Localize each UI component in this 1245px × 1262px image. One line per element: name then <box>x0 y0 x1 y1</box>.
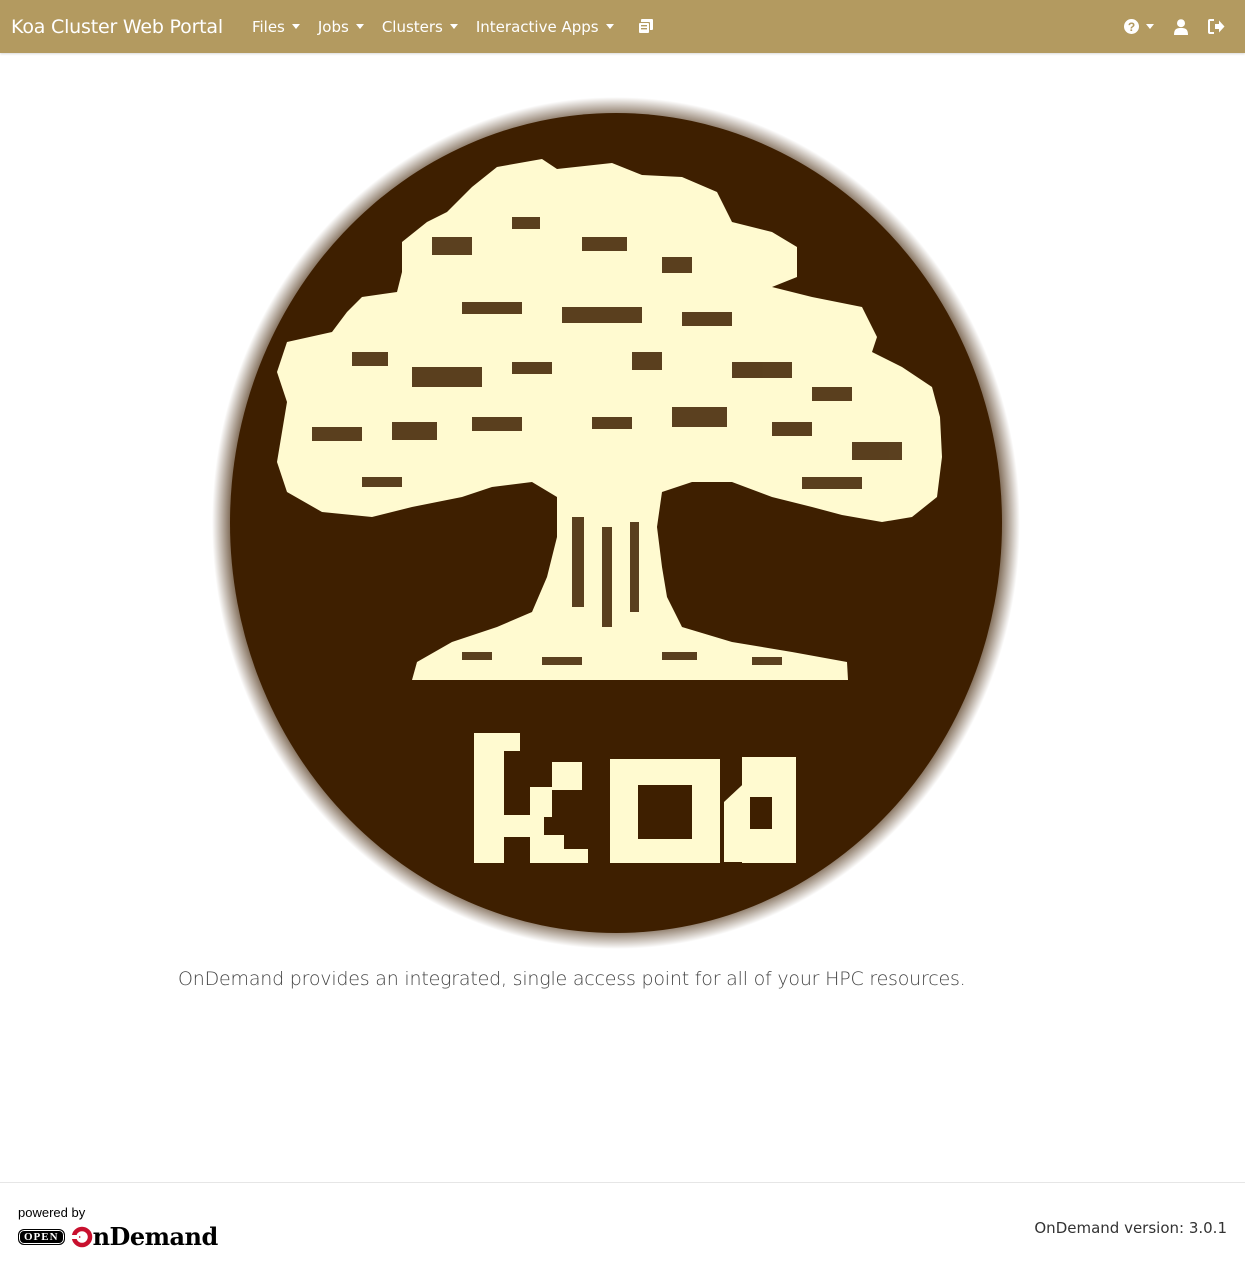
chevron-down-icon <box>449 24 458 29</box>
koa-logo <box>212 97 1020 949</box>
sessions-icon <box>637 18 653 34</box>
user-button[interactable] <box>1164 0 1198 53</box>
footer-divider <box>0 1182 1245 1183</box>
logout-icon <box>1208 19 1225 34</box>
brand-link[interactable]: Koa Cluster Web Portal <box>11 16 223 38</box>
chevron-down-icon <box>1146 24 1154 29</box>
my-sessions-button[interactable] <box>623 0 667 53</box>
koa-logo-image <box>212 97 1020 949</box>
interactive-apps-menu-label: Interactive Apps <box>475 17 599 36</box>
chevron-down-icon <box>355 24 364 29</box>
files-menu[interactable]: Files <box>243 0 309 53</box>
navbar-right: ? <box>1114 0 1245 53</box>
open-badge: OPEN <box>18 1228 65 1245</box>
help-icon: ? <box>1124 19 1139 34</box>
chevron-down-icon <box>605 24 614 29</box>
user-icon <box>1174 18 1188 35</box>
ondemand-o-icon <box>70 1226 92 1247</box>
logout-button[interactable] <box>1198 0 1245 53</box>
version-text: OnDemand version: 3.0.1 <box>1034 1219 1227 1237</box>
clusters-menu[interactable]: Clusters <box>373 0 467 53</box>
top-navbar: Koa Cluster Web Portal Files Jobs Cluste… <box>0 0 1245 53</box>
jobs-menu[interactable]: Jobs <box>309 0 373 53</box>
interactive-apps-menu[interactable]: Interactive Apps <box>467 0 623 53</box>
jobs-menu-label: Jobs <box>317 17 349 36</box>
powered-by-label: powered by <box>18 1205 86 1220</box>
chevron-down-icon <box>291 24 300 29</box>
ondemand-text: nDemand <box>92 1222 219 1251</box>
ondemand-wordmark: nDemand <box>70 1222 219 1251</box>
clusters-menu-label: Clusters <box>381 17 443 36</box>
help-menu[interactable]: ? <box>1114 0 1164 53</box>
open-ondemand-logo[interactable]: OPEN nDemand <box>18 1222 218 1251</box>
files-menu-label: Files <box>251 17 285 36</box>
tagline: OnDemand provides an integrated, single … <box>178 968 966 990</box>
